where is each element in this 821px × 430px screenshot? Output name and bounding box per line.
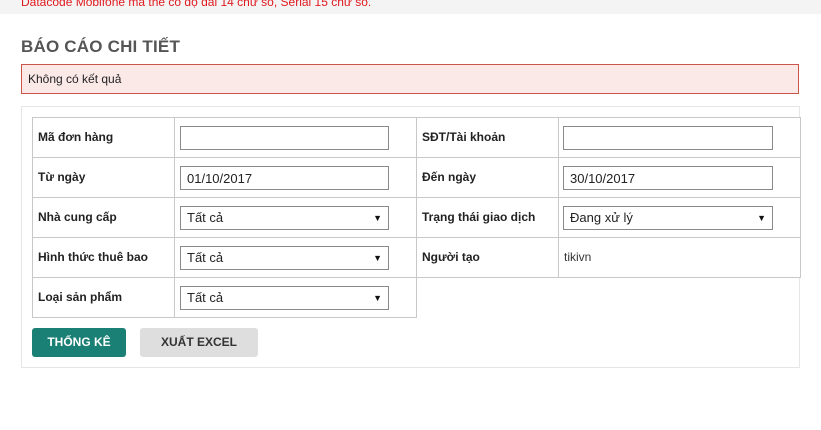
top-notice-text: Datacode Mobifone mã thẻ có độ dài 14 ch…	[21, 0, 372, 9]
page-title: BÁO CÁO CHI TIẾT	[21, 37, 181, 56]
provider-select-value: Tất cả	[187, 210, 224, 225]
export-excel-button[interactable]: XUẤT EXCEL	[140, 328, 258, 357]
transaction-status-select-value: Đang xử lý	[570, 210, 633, 225]
statistics-button[interactable]: THỐNG KÊ	[32, 328, 126, 357]
product-type-select[interactable]: Tất cả ▼	[180, 286, 389, 310]
phone-account-label: SĐT/Tài khoản	[416, 117, 559, 158]
to-date-cell	[558, 157, 801, 198]
phone-account-cell	[558, 117, 801, 158]
provider-label: Nhà cung cấp	[32, 197, 175, 238]
subscription-type-cell: Tất cả ▼	[174, 237, 417, 278]
creator-value: tikivn	[558, 237, 801, 278]
transaction-status-cell: Đang xử lý ▼	[558, 197, 801, 238]
chevron-down-icon: ▼	[757, 213, 766, 223]
order-id-cell	[174, 117, 417, 158]
provider-cell: Tất cả ▼	[174, 197, 417, 238]
provider-select[interactable]: Tất cả ▼	[180, 206, 389, 230]
product-type-label: Loại sản phẩm	[32, 277, 175, 318]
order-id-input[interactable]	[180, 126, 389, 150]
top-notice-bar: Datacode Mobifone mã thẻ có độ dài 14 ch…	[0, 0, 821, 14]
from-date-input[interactable]	[180, 166, 389, 190]
creator-label: Người tạo	[416, 237, 559, 278]
from-date-label: Từ ngày	[32, 157, 175, 198]
subscription-type-select-value: Tất cả	[187, 250, 224, 265]
product-type-cell: Tất cả ▼	[174, 277, 417, 318]
chevron-down-icon: ▼	[373, 213, 382, 223]
no-results-alert: Không có kết quả	[21, 64, 799, 94]
order-id-label: Mã đơn hàng	[32, 117, 175, 158]
chevron-down-icon: ▼	[373, 253, 382, 263]
chevron-down-icon: ▼	[373, 293, 382, 303]
phone-account-input[interactable]	[563, 126, 773, 150]
subscription-type-select[interactable]: Tất cả ▼	[180, 246, 389, 270]
subscription-type-label: Hình thức thuê bao	[32, 237, 175, 278]
transaction-status-label: Trạng thái giao dịch	[416, 197, 559, 238]
product-type-select-value: Tất cả	[187, 290, 224, 305]
to-date-input[interactable]	[563, 166, 773, 190]
from-date-cell	[174, 157, 417, 198]
filter-panel: Mã đơn hàng SĐT/Tài khoản Từ ngày Đến ng…	[21, 106, 801, 368]
transaction-status-select[interactable]: Đang xử lý ▼	[563, 206, 773, 230]
to-date-label: Đến ngày	[416, 157, 559, 198]
